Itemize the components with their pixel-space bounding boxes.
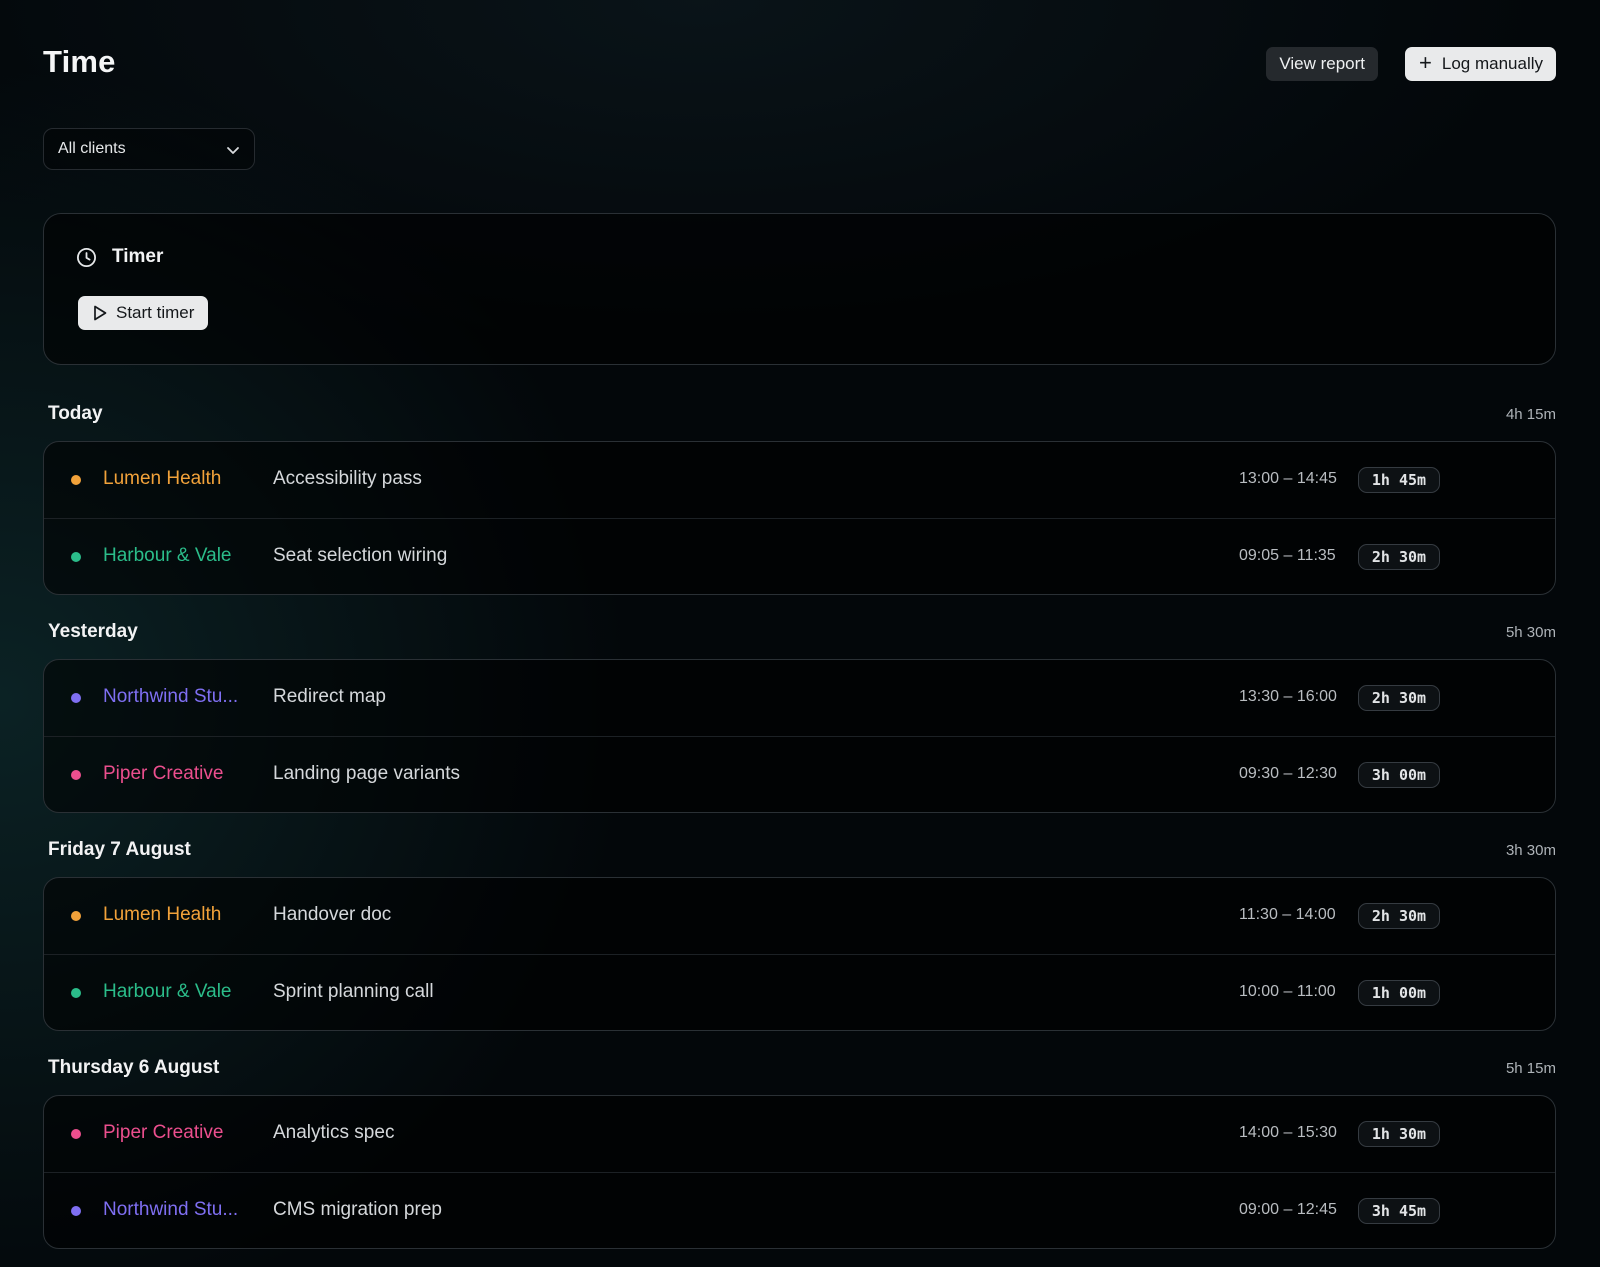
duration-badge: 3h 00m <box>1358 762 1440 788</box>
log-manually-label: Log manually <box>1441 54 1543 73</box>
client-name: Northwind Stu... <box>103 1199 239 1220</box>
day-header: Yesterday 5h 30m <box>43 621 1556 649</box>
client-name: Piper Creative <box>103 1122 224 1143</box>
clock-icon <box>76 247 97 267</box>
client-name: Piper Creative <box>103 763 224 784</box>
chevron-down-icon <box>227 147 239 154</box>
client-name: Harbour & Vale <box>103 981 232 1002</box>
time-range: 13:30 – 16:00 <box>1239 688 1337 705</box>
time-range: 14:00 – 15:30 <box>1239 1124 1337 1141</box>
day-total: 4h 15m <box>1505 406 1556 423</box>
client-color-dot <box>71 475 81 485</box>
duration-badge: 1h 00m <box>1358 980 1440 1006</box>
day-total: 3h 30m <box>1505 842 1556 859</box>
task-name: Sprint planning call <box>273 981 434 1002</box>
duration-badge: 2h 30m <box>1358 544 1440 570</box>
time-range: 09:00 – 12:45 <box>1239 1201 1337 1218</box>
client-name: Lumen Health <box>103 468 222 489</box>
client-color-dot <box>71 552 81 562</box>
day-total: 5h 30m <box>1505 624 1556 641</box>
task-name: Seat selection wiring <box>273 545 448 566</box>
start-timer-label: Start timer <box>116 303 195 322</box>
day-label: Today <box>48 403 103 424</box>
client-name: Harbour & Vale <box>103 545 232 566</box>
client-name: Lumen Health <box>103 904 222 925</box>
log-manually-button[interactable]: + Log manually <box>1405 47 1556 81</box>
task-name: Handover doc <box>273 904 392 925</box>
day-header: Friday 7 August 3h 30m <box>43 839 1556 867</box>
day-group: Friday 7 August 3h 30m Lumen Health Hand… <box>43 839 1556 1031</box>
day-label: Yesterday <box>48 621 138 642</box>
time-range: 10:00 – 11:00 <box>1239 983 1336 1000</box>
client-color-dot <box>71 693 81 703</box>
entry-list: Northwind Stu... Redirect map 13:30 – 16… <box>43 659 1556 813</box>
client-filter-value: All clients <box>58 140 126 157</box>
client-color-dot <box>71 911 81 921</box>
page-header: Time View report + Log manually <box>43 44 1556 84</box>
entry-list: Lumen Health Handover doc 11:30 – 14:00 … <box>43 877 1556 1031</box>
time-entry-row[interactable]: Harbour & Vale Sprint planning call 10:0… <box>44 954 1555 1030</box>
duration-badge: 1h 30m <box>1358 1121 1440 1147</box>
time-entry-row[interactable]: Lumen Health Handover doc 11:30 – 14:00 … <box>44 878 1555 954</box>
duration-badge: 1h 45m <box>1358 467 1440 493</box>
client-color-dot <box>71 988 81 998</box>
task-name: Accessibility pass <box>273 468 422 489</box>
time-range: 11:30 – 14:00 <box>1239 906 1336 923</box>
plus-icon: + <box>1419 50 1432 75</box>
start-timer-button[interactable]: Start timer <box>78 296 209 330</box>
time-entry-row[interactable]: Northwind Stu... CMS migration prep 09:0… <box>44 1172 1555 1248</box>
timer-label: Timer <box>112 246 164 267</box>
time-entry-row[interactable]: Lumen Health Accessibility pass 13:00 – … <box>44 442 1555 518</box>
day-label: Thursday 6 August <box>48 1057 220 1078</box>
time-range: 09:30 – 12:30 <box>1239 765 1337 782</box>
time-entry-row[interactable]: Piper Creative Landing page variants 09:… <box>44 736 1555 812</box>
day-group: Thursday 6 August 5h 15m Piper Creative … <box>43 1057 1556 1249</box>
client-color-dot <box>71 1206 81 1216</box>
entry-list: Lumen Health Accessibility pass 13:00 – … <box>43 441 1556 595</box>
duration-badge: 2h 30m <box>1358 685 1440 711</box>
time-entry-row[interactable]: Harbour & Vale Seat selection wiring 09:… <box>44 518 1555 594</box>
time-range: 13:00 – 14:45 <box>1239 470 1337 487</box>
task-name: Landing page variants <box>273 763 460 784</box>
client-color-dot <box>71 770 81 780</box>
timer-heading: Timer <box>76 246 163 268</box>
day-header: Today 4h 15m <box>43 403 1556 431</box>
view-report-button[interactable]: View report <box>1266 47 1378 81</box>
day-header: Thursday 6 August 5h 15m <box>43 1057 1556 1085</box>
duration-badge: 2h 30m <box>1358 903 1440 929</box>
client-filter-select[interactable]: All clients <box>43 128 255 170</box>
task-name: Redirect map <box>273 686 386 707</box>
client-color-dot <box>71 1129 81 1139</box>
day-group: Today 4h 15m Lumen Health Accessibility … <box>43 403 1556 595</box>
task-name: Analytics spec <box>273 1122 395 1143</box>
time-range: 09:05 – 11:35 <box>1239 547 1336 564</box>
time-entry-row[interactable]: Northwind Stu... Redirect map 13:30 – 16… <box>44 660 1555 736</box>
time-entry-row[interactable]: Piper Creative Analytics spec 14:00 – 15… <box>44 1096 1555 1172</box>
entry-list: Piper Creative Analytics spec 14:00 – 15… <box>43 1095 1556 1249</box>
play-icon <box>94 305 107 321</box>
task-name: CMS migration prep <box>273 1199 442 1220</box>
day-label: Friday 7 August <box>48 839 191 860</box>
client-name: Northwind Stu... <box>103 686 239 707</box>
day-total: 5h 15m <box>1505 1060 1556 1077</box>
page-title: Time <box>43 44 116 79</box>
duration-badge: 3h 45m <box>1358 1198 1440 1224</box>
timer-card: Timer Start timer <box>43 213 1556 365</box>
day-group: Yesterday 5h 30m Northwind Stu... Redire… <box>43 621 1556 813</box>
